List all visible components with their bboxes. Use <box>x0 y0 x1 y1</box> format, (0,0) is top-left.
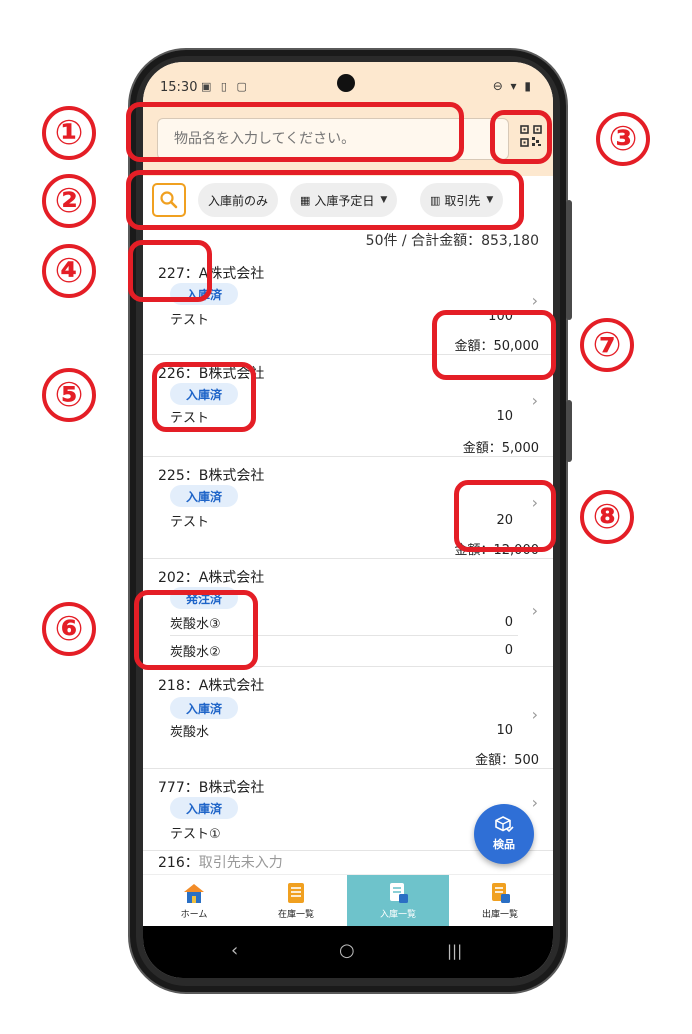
status-badge: 入庫済 <box>170 697 238 719</box>
nav-inventory-label: 在庫一覧 <box>277 910 314 920</box>
annotation-box-products <box>134 590 258 670</box>
system-status-icons: ⊖ ▾ ▮ <box>492 79 533 93</box>
nav-outgoing-label: 出庫一覧 <box>481 910 518 920</box>
annotation-number: ② <box>42 174 96 228</box>
item-title: 225：B株式会社 <box>158 468 265 484</box>
product-name: 炭酸水 <box>170 725 210 740</box>
chevron-right-icon: › <box>531 793 538 812</box>
annotation-number: ⑤ <box>42 368 96 422</box>
item-title: 777：B株式会社 <box>158 780 265 796</box>
supplier-pending: 取引先未入力 <box>198 855 283 871</box>
bottom-nav: ホーム 在庫一覧 入庫一覧 出庫一覧 <box>143 874 553 927</box>
fab-label: 検品 <box>493 838 515 851</box>
annotation-box-amount <box>432 310 556 380</box>
status-badge: 入庫済 <box>170 485 238 507</box>
nav-incoming-label: 入庫一覧 <box>379 910 416 920</box>
item-title: 216：取引先未入力 <box>158 852 283 872</box>
item-title: 202：A株式会社 <box>158 570 265 586</box>
amount: 金額：5,000 <box>462 441 539 456</box>
inspection-fab[interactable]: 検品 <box>474 804 534 864</box>
annotation-number: ④ <box>42 244 96 298</box>
nav-inventory[interactable]: 在庫一覧 <box>245 875 347 927</box>
incoming-list-icon <box>390 883 408 903</box>
home-circle-icon[interactable]: ○ <box>339 940 355 961</box>
camera-cutout <box>337 74 355 92</box>
item-id: 216： <box>158 855 199 871</box>
annotation-box-filters <box>126 170 524 230</box>
annotation-box-qty <box>454 480 556 552</box>
package-check-icon <box>495 816 514 833</box>
notification-icons: ▣ ▯ ▢ <box>201 80 250 93</box>
annotation-number: ⑥ <box>42 602 96 656</box>
chevron-right-icon: › <box>531 601 538 620</box>
annotation-box-search <box>126 102 464 162</box>
quantity: 0 <box>504 643 513 658</box>
amount: 金額：500 <box>475 753 539 768</box>
annotation-number: ⑦ <box>580 318 634 372</box>
phone-volume-button <box>566 400 572 462</box>
page: 15:30 ▣ ▯ ▢ ⊖ ▾ ▮ 物品名を入力してください。 入庫前のみ ▦ … <box>0 0 692 1034</box>
list-item[interactable]: 218：A株式会社 入庫済 炭酸水 › 10 金額：500 <box>143 667 553 769</box>
inventory-list-icon <box>288 883 304 903</box>
quantity: 10 <box>496 409 513 424</box>
annotation-number: ③ <box>596 112 650 166</box>
product-name: テスト <box>170 313 210 328</box>
system-nav-bar: ‹ ○ ||| <box>143 926 553 978</box>
recents-icon[interactable]: ||| <box>447 942 462 960</box>
home-icon <box>184 884 204 903</box>
annotation-number: ⑧ <box>580 490 634 544</box>
status-time: 15:30 <box>160 80 198 95</box>
annotation-box-qr <box>490 110 552 164</box>
item-title: 218：A株式会社 <box>158 678 265 694</box>
status-badge: 入庫済 <box>170 797 238 819</box>
product-name: テスト① <box>170 827 221 842</box>
chevron-right-icon: › <box>531 391 538 410</box>
product-name: テスト <box>170 515 210 530</box>
nav-home[interactable]: ホーム <box>143 875 245 927</box>
back-icon[interactable]: ‹ <box>231 940 238 961</box>
chevron-right-icon: › <box>531 291 538 310</box>
quantity: 0 <box>504 615 513 630</box>
phone-power-button <box>566 200 572 320</box>
outgoing-list-icon <box>492 883 510 903</box>
annotation-box-status <box>152 362 256 432</box>
chevron-right-icon: › <box>531 705 538 724</box>
nav-incoming[interactable]: 入庫一覧 <box>347 875 449 927</box>
summary-total: 50件 / 合計金額：853,180 <box>365 233 539 249</box>
annotation-number: ① <box>42 106 96 160</box>
nav-home-label: ホーム <box>180 910 208 920</box>
quantity: 10 <box>496 723 513 738</box>
nav-outgoing[interactable]: 出庫一覧 <box>449 875 551 927</box>
annotation-box-id <box>128 240 212 302</box>
